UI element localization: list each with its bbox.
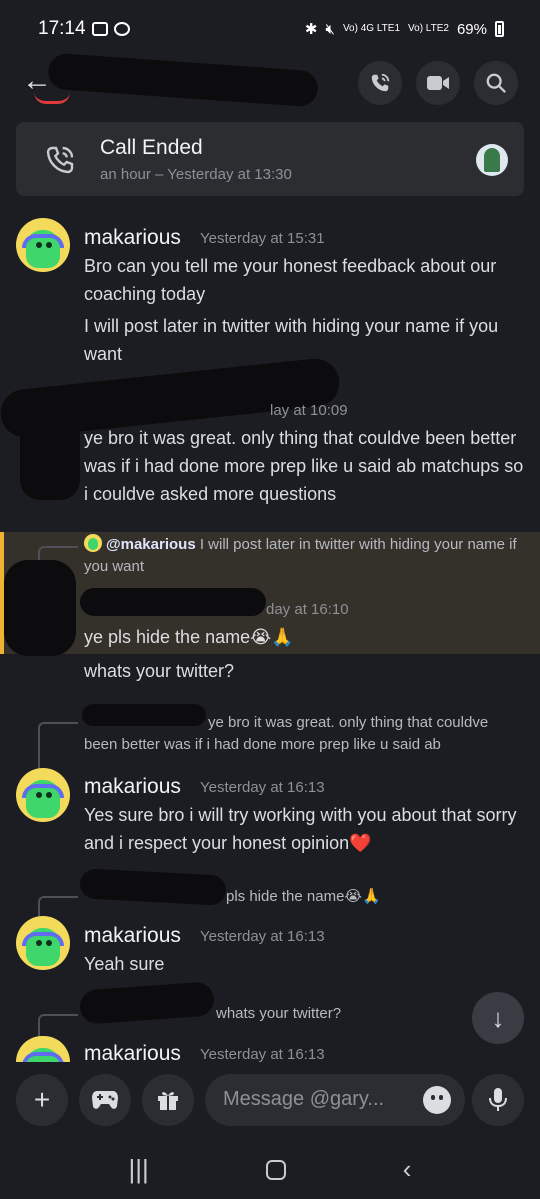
gift-button[interactable]	[142, 1074, 194, 1126]
scroll-to-bottom-button[interactable]: ↓	[472, 992, 524, 1044]
video-camera-icon	[427, 76, 449, 90]
battery-icon	[495, 21, 504, 37]
redaction-scribble	[20, 410, 80, 500]
recents-icon[interactable]: |||	[129, 1154, 149, 1185]
bluetooth-icon: ✱	[304, 21, 318, 38]
search-icon	[486, 73, 506, 93]
search-button[interactable]	[474, 61, 518, 105]
reply-text: ye bro it was great. only thing that cou…	[84, 714, 489, 753]
composer-bar: + Message @gary...	[0, 1062, 540, 1138]
message-body: Yes sure bro i will try working with you…	[84, 805, 517, 853]
battery-percent: 69%	[456, 20, 487, 38]
reply-preview[interactable]: ye bro it was great. only thing that cou…	[84, 712, 524, 756]
mute-icon: 🔇︎	[325, 20, 335, 38]
emoji-icon[interactable]	[423, 1086, 451, 1114]
message-author[interactable]: makarious	[84, 775, 181, 799]
message-timestamp: lay at 10:09	[270, 402, 348, 419]
avatar	[84, 534, 102, 552]
participant-avatar	[476, 144, 508, 176]
call-title: Call Ended	[100, 136, 203, 159]
app-notification-icon	[113, 22, 130, 36]
heart-emoji: ❤️	[349, 833, 372, 853]
message-input[interactable]: Message @gary...	[205, 1074, 465, 1126]
redaction-scribble	[79, 868, 227, 906]
reply-text: pls hide the name😭🙏	[226, 888, 381, 905]
video-call-button[interactable]	[416, 61, 460, 105]
message-text: ye pls hide the name😭🙏	[84, 627, 294, 647]
message-text: Bro can you tell me your honest feedback…	[84, 256, 497, 304]
message-input-placeholder: Message @gary...	[223, 1088, 385, 1110]
reply-text: whats your twitter?	[216, 1005, 342, 1022]
message-timestamp: Yesterday at 16:13	[200, 928, 325, 945]
plus-icon: +	[33, 1084, 51, 1115]
redaction-scribble	[80, 588, 266, 616]
message-timestamp: Yesterday at 15:31	[200, 230, 325, 247]
microphone-icon	[489, 1088, 507, 1111]
call-ended-card[interactable]: Call Ended an hour – Yesterday at 13:30	[16, 122, 524, 196]
avatar[interactable]	[16, 916, 70, 970]
message-timestamp: Yesterday at 16:13	[200, 1046, 325, 1063]
voice-message-button[interactable]	[472, 1074, 524, 1126]
voice-call-button[interactable]	[358, 61, 402, 105]
activities-button[interactable]	[79, 1074, 131, 1126]
redaction-scribble	[4, 560, 76, 656]
gallery-icon	[91, 22, 108, 36]
phone-call-icon	[46, 146, 74, 174]
call-subtitle: an hour – Yesterday at 13:30	[100, 166, 292, 183]
back-icon[interactable]: ‹	[403, 1154, 412, 1185]
system-navigation-bar: ||| ‹	[0, 1140, 540, 1199]
reply-connector	[38, 722, 78, 770]
redaction-scribble	[78, 981, 216, 1025]
network-2-label: Vo) LTE2	[408, 23, 449, 34]
message-author[interactable]: makarious	[84, 226, 181, 250]
status-time: 17:14	[38, 18, 86, 39]
status-bar: 17:14 ✱ 🔇︎ Vo) 4G LTE1 Vo) LTE2 69%	[0, 0, 540, 58]
message-text: ye bro it was great. only thing that cou…	[84, 428, 524, 504]
message-author[interactable]: makarious	[84, 924, 181, 948]
phone-call-icon	[371, 73, 390, 92]
reply-preview[interactable]: whats your twitter?	[216, 1003, 456, 1025]
add-attachment-button[interactable]: +	[16, 1074, 68, 1126]
message-text: Yeah sure	[84, 954, 165, 974]
network-1-label: Vo) 4G LTE1	[342, 23, 401, 34]
message-text: Yes sure bro i will try working with you…	[84, 801, 524, 857]
gift-icon	[158, 1092, 178, 1110]
reply-mention[interactable]: @makarious	[106, 536, 196, 553]
reply-preview[interactable]: pls hide the name😭🙏	[226, 886, 526, 908]
avatar[interactable]	[16, 218, 70, 272]
arrow-down-icon: ↓	[491, 1002, 505, 1033]
gamepad-icon	[92, 1091, 118, 1109]
avatar[interactable]	[16, 768, 70, 822]
message-text: whats your twitter?	[84, 661, 235, 681]
reply-preview[interactable]: @makarious I will post later in twitter …	[84, 534, 524, 578]
home-icon[interactable]	[265, 1159, 286, 1180]
message-timestamp: Yesterday at 16:13	[200, 779, 325, 796]
message-timestamp: day at 16:10	[266, 601, 349, 618]
